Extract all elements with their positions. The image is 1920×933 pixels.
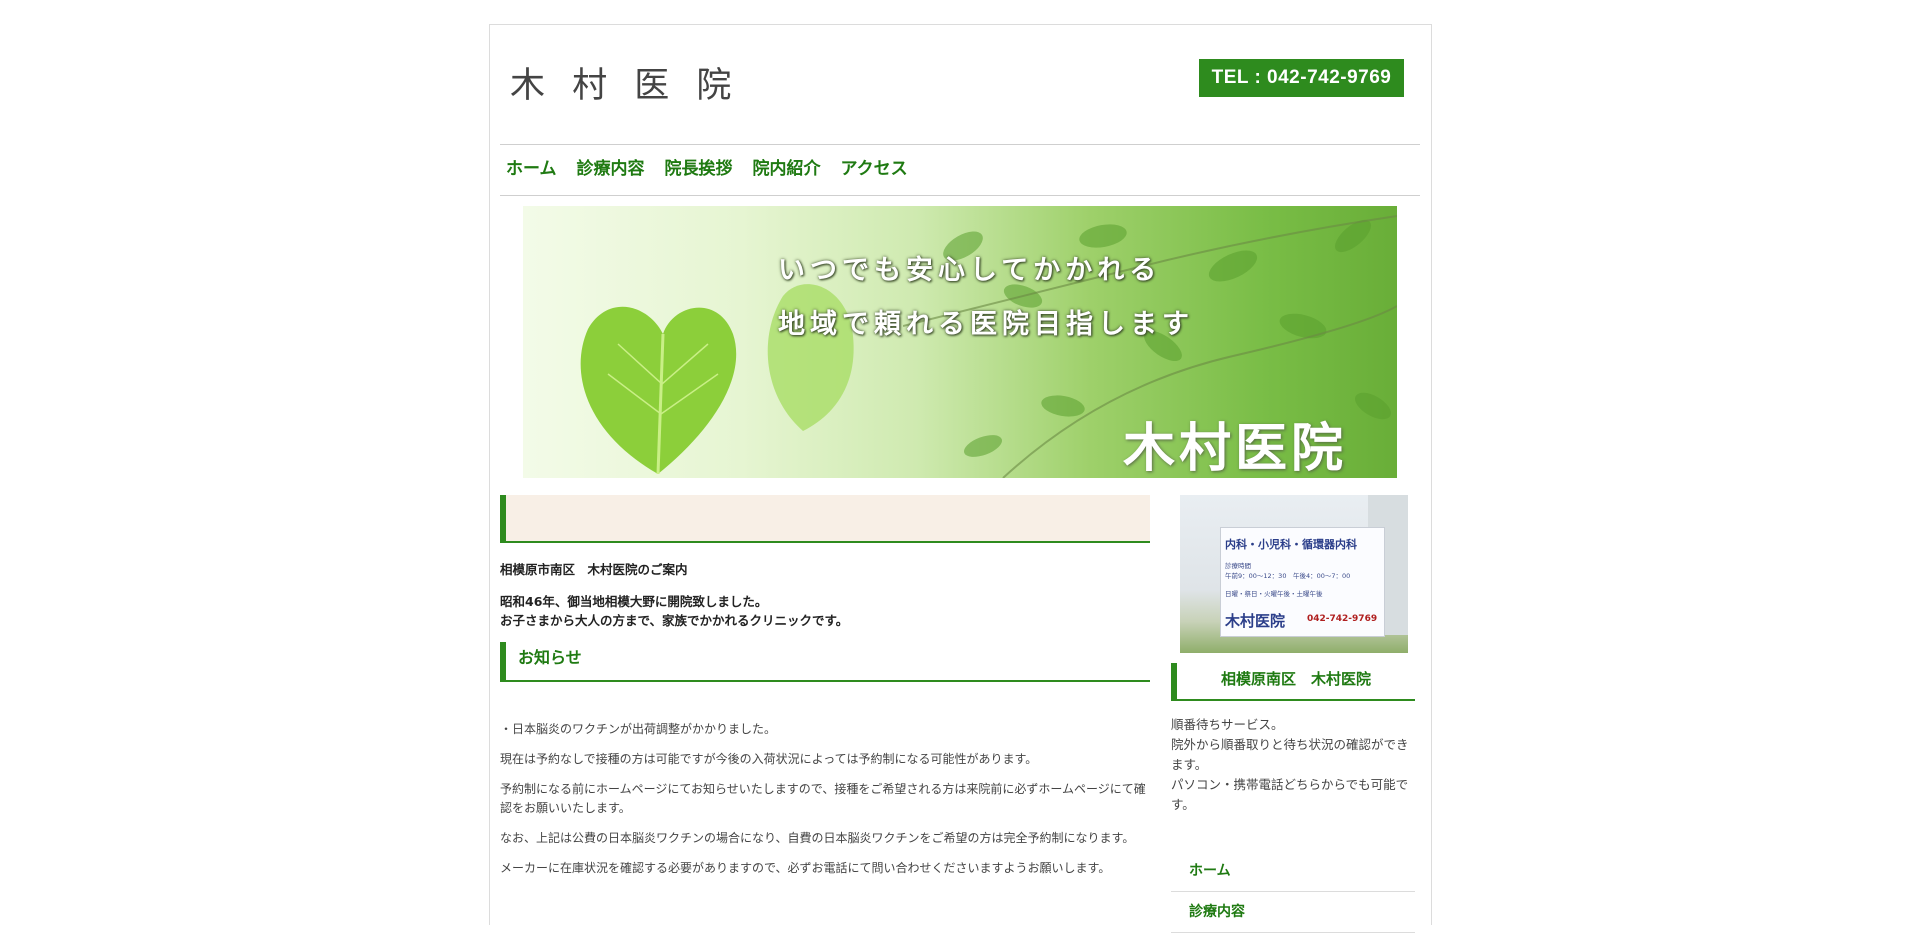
intro-heading: 相模原市南区 木村医院のご案内: [500, 562, 688, 577]
nav-services[interactable]: 診療内容: [577, 145, 645, 193]
main-content: 相模原市南区 木村医院のご案内 昭和46年、御当地相模大野に開院致しました。 お…: [500, 495, 1150, 889]
clinic-sign-photo: 内科・小児科・循環器内科 診療時間 午前9：00～12：30 午後4：00～7：…: [1180, 495, 1408, 653]
sign-name: 木村医院: [1225, 612, 1286, 630]
intro-line: 昭和46年、御当地相模大野に開院致しました。: [500, 594, 768, 609]
sidebar-text-line: パソコン・携帯電話どちらからでも可能です。: [1171, 777, 1409, 812]
leaf-image: [767, 284, 854, 431]
news-item: ・日本脳炎のワクチンが出荷調整がかかりました。: [500, 722, 777, 736]
sidebar-heading: 相模原南区 木村医院: [1171, 663, 1415, 701]
news-heading: お知らせ: [500, 642, 1150, 682]
sign-hours-label: 診療時間: [1225, 562, 1251, 570]
sign-hours: 午前9：00～12：30 午後4：00～7：00: [1225, 572, 1351, 580]
intro-line: お子さまから大人の方まで、家族でかかれるクリニックです。: [500, 613, 849, 628]
news-list: ・日本脳炎のワクチンが出荷調整がかかりました。 現在は予約なしで接種の方は可能で…: [500, 720, 1150, 878]
site-logo[interactable]: 木 村 医 院: [510, 57, 739, 108]
intro-text: 昭和46年、御当地相模大野に開院致しました。 お子さまから大人の方まで、家族でか…: [500, 592, 1150, 630]
nav-home[interactable]: ホーム: [506, 145, 557, 193]
hero-banner: いつでも安心してかかれる 地域で頼れる医院目指します 木村医院: [523, 206, 1397, 478]
news-item: メーカーに在庫状況を確認する必要がありますので、必ずお電話にて問い合わせください…: [500, 861, 1111, 875]
hero-tagline-1: いつでも安心してかかれる: [778, 255, 1162, 286]
news-item: 予約制になる前にホームページにてお知らせいたしますので、接種をご希望される方は来…: [500, 782, 1146, 815]
news-item: 現在は予約なしで接種の方は可能ですが今後の入荷状況によっては予約制になる可能性が…: [500, 752, 1038, 766]
greeting-box: [500, 495, 1150, 543]
nav-greeting[interactable]: 院長挨拶: [665, 145, 733, 193]
main-nav: ホーム 診療内容 院長挨拶 院内紹介 アクセス: [500, 144, 1420, 196]
sign-board: 内科・小児科・循環器内科 診療時間 午前9：00～12：30 午後4：00～7：…: [1220, 527, 1385, 637]
sidebar-text-line: 院外から順番取りと待ち状況の確認ができます。: [1171, 737, 1409, 772]
sidebar-nav: ホーム 診療内容: [1171, 851, 1415, 933]
sidebar-text: 順番待ちサービス。 院外から順番取りと待ち状況の確認ができます。 パソコン・携帯…: [1171, 715, 1415, 815]
sidebar-nav-services[interactable]: 診療内容: [1171, 892, 1415, 933]
leaf-image: [580, 306, 737, 475]
page-container: 木 村 医 院 TEL : 042-742-9769 ホーム 診療内容 院長挨拶 院内…: [489, 24, 1432, 933]
sidebar-text-line: 順番待ちサービス。: [1171, 717, 1284, 732]
sign-phone: 042-742-9769: [1307, 614, 1378, 624]
sign-title: 内科・小児科・循環器内科: [1225, 538, 1357, 551]
sign-closed: 日曜・祭日・火曜午後・土曜午後: [1225, 590, 1323, 598]
news-item: なお、上記は公費の日本脳炎ワクチンの場合になり、自費の日本脳炎ワクチンをご希望の…: [500, 831, 1135, 845]
tel-badge[interactable]: TEL : 042-742-9769: [1199, 59, 1404, 97]
hero-tagline-2: 地域で頼れる医院目指します: [778, 309, 1194, 340]
nav-access[interactable]: アクセス: [841, 145, 908, 193]
nav-clinic-intro[interactable]: 院内紹介: [753, 145, 821, 193]
sidebar-nav-home[interactable]: ホーム: [1171, 851, 1415, 892]
hero-clinic-name: 木村医院: [1123, 419, 1348, 478]
